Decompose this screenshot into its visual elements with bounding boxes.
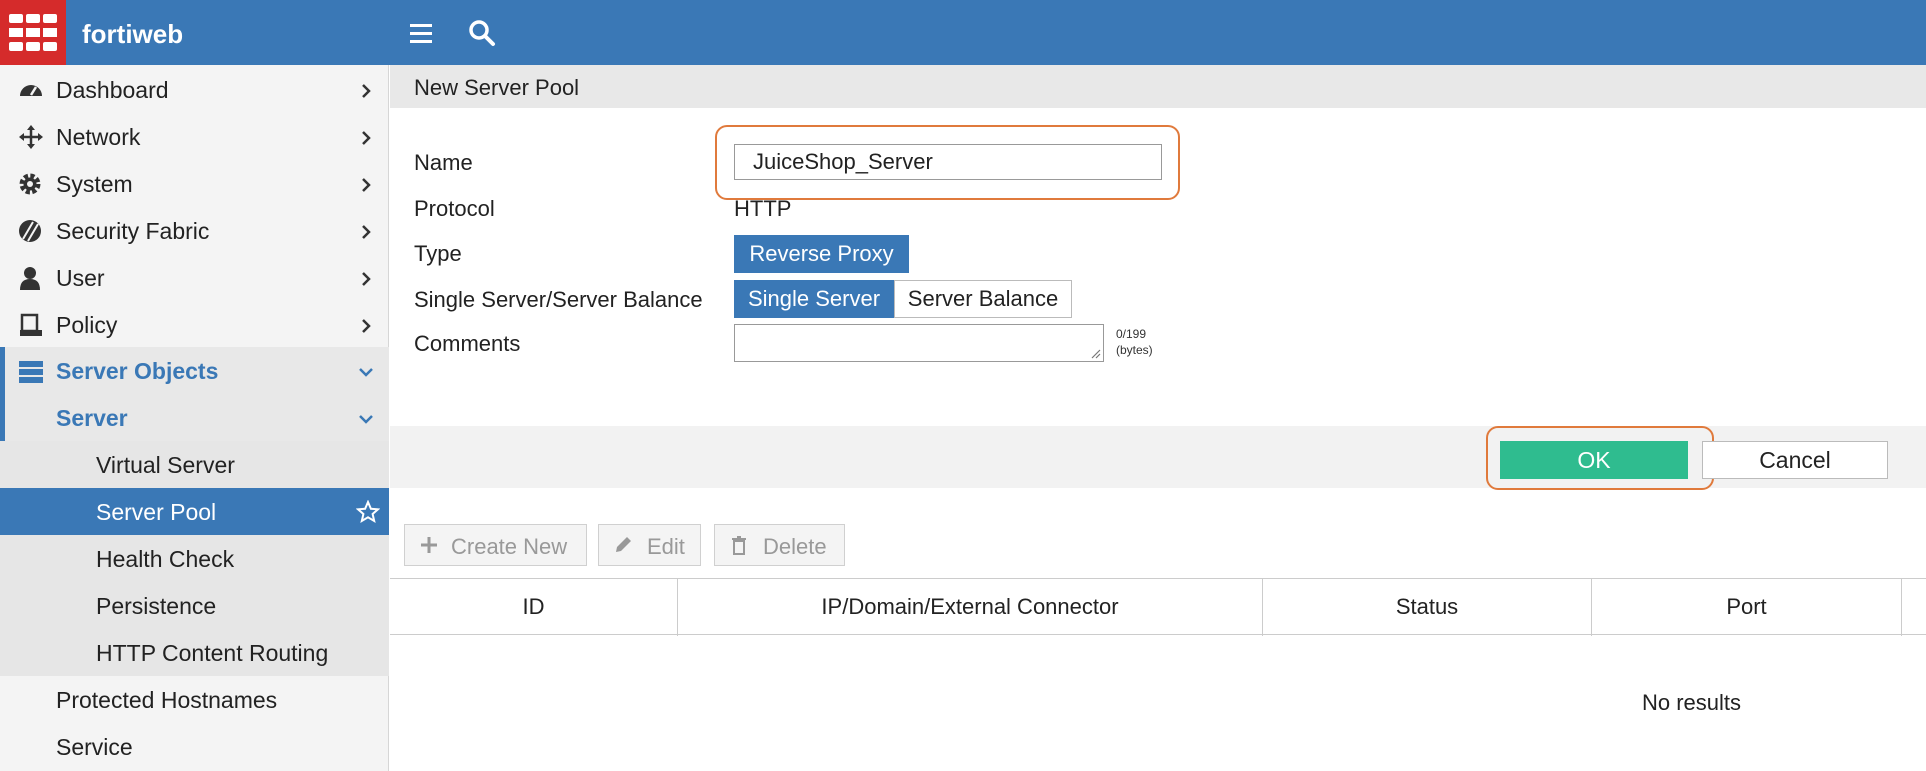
chevron-down-icon bbox=[356, 408, 376, 428]
column-header-id[interactable]: ID bbox=[390, 579, 678, 636]
fortinet-logo[interactable] bbox=[0, 0, 66, 65]
chevron-down-icon bbox=[356, 361, 376, 381]
delete-label: Delete bbox=[763, 534, 827, 559]
name-input[interactable] bbox=[734, 144, 1162, 180]
sidebar-item-label: Security Fabric bbox=[56, 218, 210, 244]
sidebar-item-label: Persistence bbox=[96, 593, 217, 619]
chevron-right-icon bbox=[356, 127, 376, 147]
sidebar-item-persistence[interactable]: Persistence bbox=[0, 582, 389, 629]
sidebar-item-server[interactable]: Server bbox=[0, 394, 389, 441]
top-bar: fortiweb bbox=[0, 0, 1926, 65]
sidebar-item-label: Service bbox=[56, 734, 133, 760]
sidebar-item-label: Server bbox=[56, 405, 128, 431]
active-marker bbox=[0, 394, 5, 441]
chevron-right-icon bbox=[356, 174, 376, 194]
comments-textarea[interactable] bbox=[734, 324, 1104, 362]
gear-icon bbox=[18, 172, 44, 196]
policy-icon bbox=[18, 313, 44, 337]
sidebar-item-user[interactable]: User bbox=[0, 254, 389, 301]
delete-button[interactable]: Delete bbox=[714, 524, 845, 566]
comments-unit: (bytes) bbox=[1116, 343, 1153, 357]
sidebar-item-label: Virtual Server bbox=[96, 452, 235, 478]
create-new-button[interactable]: Create New bbox=[404, 524, 587, 566]
hamburger-menu-icon[interactable] bbox=[402, 14, 440, 52]
pencil-icon bbox=[613, 535, 633, 555]
single-server-button[interactable]: Single Server bbox=[734, 280, 894, 318]
balance-label: Single Server/Server Balance bbox=[414, 287, 703, 312]
panel-header: New Server Pool bbox=[390, 65, 1926, 108]
sidebar-item-label: Server Objects bbox=[56, 358, 219, 384]
comments-count: 0/199 bbox=[1116, 327, 1147, 341]
dashboard-icon bbox=[18, 78, 44, 102]
chevron-right-icon bbox=[356, 80, 376, 100]
sidebar-item-network[interactable]: Network bbox=[0, 113, 389, 160]
network-icon bbox=[18, 125, 44, 149]
name-label: Name bbox=[414, 150, 473, 175]
comments-counter: 0/199 (bytes) bbox=[1116, 326, 1153, 358]
sidebar-item-protected-hostnames[interactable]: Protected Hostnames bbox=[0, 676, 389, 723]
sidebar-item-label: Server Pool bbox=[96, 499, 217, 525]
edit-button[interactable]: Edit bbox=[598, 524, 701, 566]
protocol-value: HTTP bbox=[734, 196, 792, 221]
sidebar-item-label: Policy bbox=[56, 312, 118, 338]
column-header-status[interactable]: Status bbox=[1263, 579, 1592, 636]
sidebar-item-label: Network bbox=[56, 124, 141, 150]
sidebar-item-health-check[interactable]: Health Check bbox=[0, 535, 389, 582]
sidebar-item-label: Health Check bbox=[96, 546, 235, 572]
column-header-ip-domain[interactable]: IP/Domain/External Connector bbox=[678, 579, 1263, 636]
protocol-label: Protocol bbox=[414, 196, 495, 221]
user-icon bbox=[18, 266, 44, 290]
plus-icon bbox=[419, 535, 439, 555]
comments-label: Comments bbox=[414, 331, 521, 356]
trash-icon bbox=[729, 535, 749, 555]
table-header: ID IP/Domain/External Connector Status P… bbox=[390, 578, 1926, 636]
sidebar-item-http-content-routing[interactable]: HTTP Content Routing bbox=[0, 629, 389, 676]
sidebar-item-service[interactable]: Service bbox=[0, 723, 389, 770]
sidebar-item-label: User bbox=[56, 265, 105, 291]
empty-table-message: No results bbox=[1642, 690, 1742, 715]
sidebar-item-server-objects[interactable]: Server Objects bbox=[0, 347, 389, 394]
sidebar-item-security-fabric[interactable]: Security Fabric bbox=[0, 207, 389, 254]
type-label: Type bbox=[414, 241, 462, 266]
sidebar-item-system[interactable]: System bbox=[0, 160, 389, 207]
sidebar-item-label: HTTP Content Routing bbox=[96, 640, 329, 666]
sidebar-item-label: Protected Hostnames bbox=[56, 687, 278, 713]
sidebar-item-policy[interactable]: Policy bbox=[0, 301, 389, 348]
server-objects-icon bbox=[18, 359, 44, 383]
sidebar-item-dashboard[interactable]: Dashboard bbox=[0, 66, 389, 113]
chevron-right-icon bbox=[356, 315, 376, 335]
server-balance-button[interactable]: Server Balance bbox=[894, 280, 1072, 318]
star-icon[interactable] bbox=[355, 499, 381, 524]
chevron-right-icon bbox=[356, 221, 376, 241]
page-title: New Server Pool bbox=[414, 75, 580, 100]
create-new-label: Create New bbox=[451, 534, 568, 559]
edit-label: Edit bbox=[647, 534, 685, 559]
ok-button[interactable]: OK bbox=[1500, 441, 1688, 479]
sidebar-item-virtual-server[interactable]: Virtual Server bbox=[0, 441, 389, 488]
active-marker bbox=[0, 347, 5, 394]
chevron-right-icon bbox=[356, 268, 376, 288]
security-fabric-icon bbox=[18, 219, 44, 243]
resize-handle-icon bbox=[1091, 349, 1101, 359]
column-header-port[interactable]: Port bbox=[1592, 579, 1902, 636]
sidebar-item-label: Dashboard bbox=[56, 77, 169, 103]
sidebar-item-server-pool[interactable]: Server Pool bbox=[0, 488, 389, 535]
search-icon[interactable] bbox=[463, 14, 501, 52]
cancel-button[interactable]: Cancel bbox=[1702, 441, 1888, 479]
brand-name: fortiweb bbox=[82, 19, 184, 49]
type-reverse-proxy-button[interactable]: Reverse Proxy bbox=[734, 235, 909, 273]
sidebar-item-label: System bbox=[56, 171, 133, 197]
